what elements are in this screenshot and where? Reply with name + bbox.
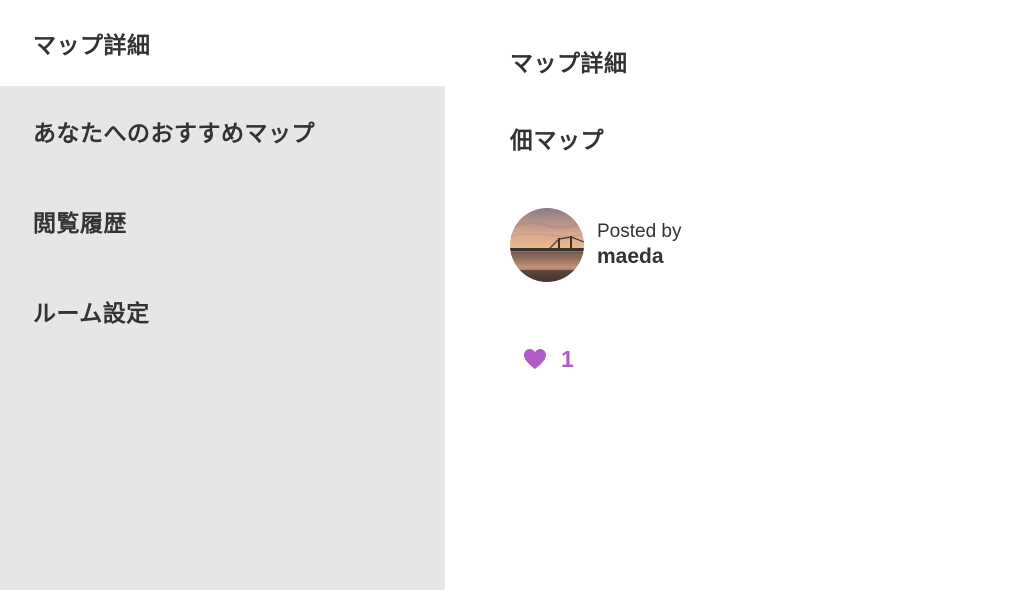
like-button[interactable]: 1	[523, 346, 574, 372]
sidebar-item-label: マップ詳細	[33, 33, 151, 59]
sidebar: マップ詳細 あなたへのおすすめマップ 閲覧履歴 ルーム設定	[0, 0, 445, 590]
app-window: マップ詳細 あなたへのおすすめマップ 閲覧履歴 ルーム設定 マップ詳細 佃マップ	[0, 0, 1024, 590]
sidebar-item-label: ルーム設定	[33, 301, 150, 327]
avatar-photo	[510, 208, 584, 282]
author-text: Posted by maeda	[597, 220, 682, 270]
author-name[interactable]: maeda	[597, 244, 682, 270]
posted-by-label: Posted by	[597, 221, 682, 242]
author-info: Posted by maeda	[510, 208, 682, 282]
map-name: 佃マップ	[510, 128, 604, 154]
sidebar-item-label: あなたへのおすすめマップ	[33, 121, 315, 147]
sidebar-item-label: 閲覧履歴	[33, 211, 127, 237]
sidebar-item-map-detail[interactable]: マップ詳細	[0, 0, 445, 86]
sidebar-item-browsing-history[interactable]: 閲覧履歴	[0, 198, 445, 244]
sidebar-item-recommended-maps[interactable]: あなたへのおすすめマップ	[0, 108, 445, 154]
heart-icon	[524, 349, 546, 369]
main-content: マップ詳細 佃マップ Posted by maeda 1	[445, 0, 1024, 590]
like-count: 1	[561, 346, 574, 372]
avatar[interactable]	[510, 208, 584, 282]
sidebar-item-room-settings[interactable]: ルーム設定	[0, 288, 445, 334]
page-title: マップ詳細	[510, 51, 628, 77]
